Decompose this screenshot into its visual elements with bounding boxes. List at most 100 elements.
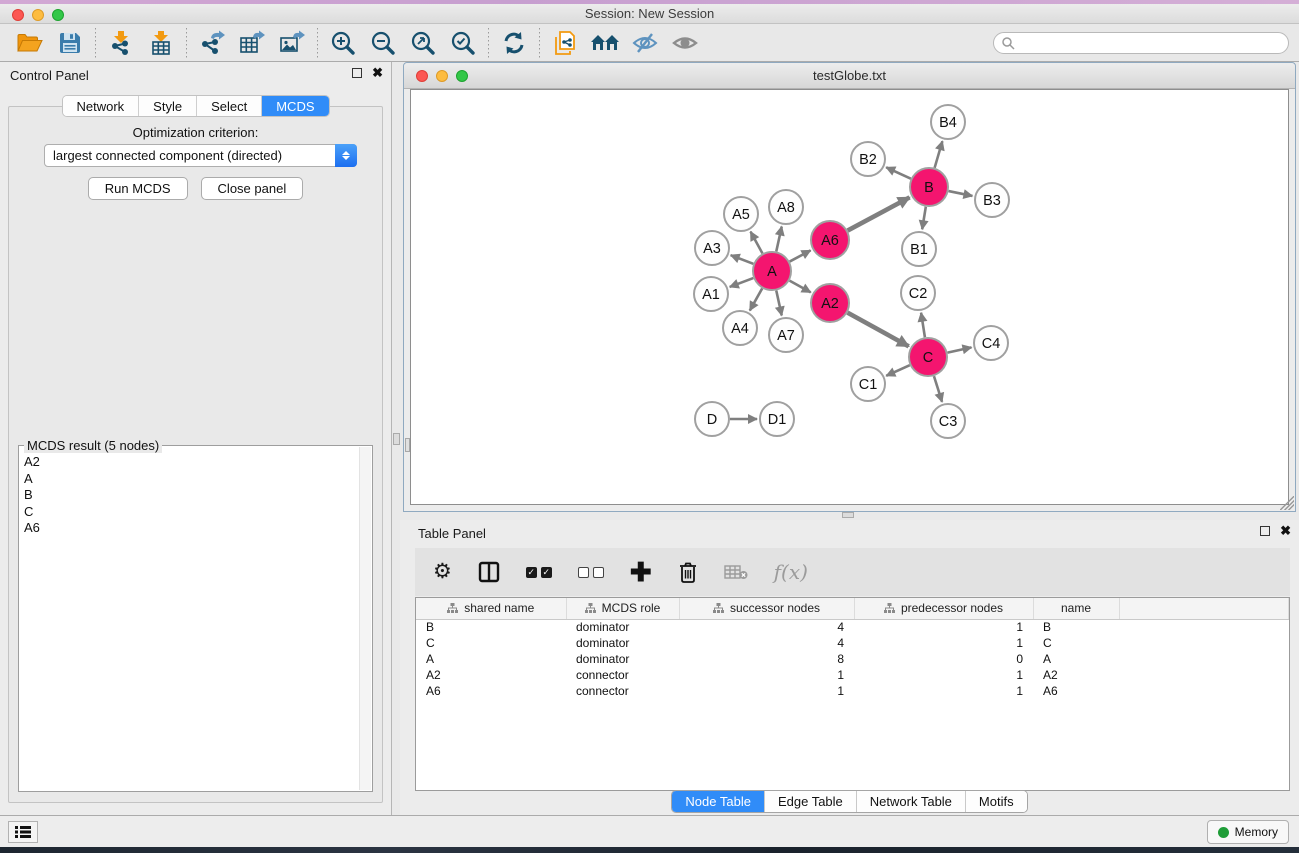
graph-edge-A-A5[interactable] bbox=[751, 232, 763, 254]
scrollbar-track[interactable] bbox=[359, 447, 371, 790]
table-row[interactable]: Bdominator41B bbox=[416, 619, 1289, 635]
graph-node-A7[interactable]: A7 bbox=[769, 318, 803, 352]
graph-edge-B-B2[interactable] bbox=[886, 167, 911, 178]
graph-node-B1[interactable]: B1 bbox=[902, 232, 936, 266]
birds-eye-view-icon[interactable] bbox=[585, 27, 625, 59]
graph-node-C2[interactable]: C2 bbox=[901, 276, 935, 310]
graph-edge-A-A7[interactable] bbox=[776, 291, 781, 316]
result-item[interactable]: C bbox=[24, 504, 372, 521]
network-graph[interactable]: B4B2BB3A8A5A6A3B1AA1C2A2A4A7C4CC1C3DD1 bbox=[411, 90, 1289, 505]
graph-node-C[interactable]: C bbox=[909, 338, 947, 376]
close-panel-icon[interactable]: ✖ bbox=[372, 68, 383, 78]
tab-select[interactable]: Select bbox=[197, 96, 262, 116]
task-history-button[interactable] bbox=[8, 821, 38, 843]
graph-node-C4[interactable]: C4 bbox=[974, 326, 1008, 360]
graph-node-C3[interactable]: C3 bbox=[931, 404, 965, 438]
export-network-icon[interactable] bbox=[192, 27, 232, 59]
table-row[interactable]: A6connector11A6 bbox=[416, 683, 1289, 699]
run-mcds-button[interactable]: Run MCDS bbox=[88, 177, 188, 200]
export-table-icon[interactable] bbox=[232, 27, 272, 59]
tab-mcds[interactable]: MCDS bbox=[262, 96, 328, 116]
select-all-icon[interactable]: ✓✓ bbox=[526, 567, 552, 578]
graph-edge-A-A6[interactable] bbox=[790, 250, 811, 261]
zoom-selected-icon[interactable] bbox=[443, 27, 483, 59]
result-item[interactable]: B bbox=[24, 487, 372, 504]
import-table-icon[interactable] bbox=[141, 27, 181, 59]
close-network-window-button[interactable] bbox=[416, 70, 428, 82]
graph-node-B4[interactable]: B4 bbox=[931, 105, 965, 139]
split-pane-grip[interactable] bbox=[842, 512, 854, 518]
network-window-titlebar[interactable]: testGlobe.txt bbox=[404, 63, 1295, 89]
result-item[interactable]: A6 bbox=[24, 520, 372, 537]
result-item[interactable]: A bbox=[24, 471, 372, 488]
graph-edge-A-A2[interactable] bbox=[790, 281, 811, 293]
minimize-network-window-button[interactable] bbox=[436, 70, 448, 82]
graph-edge-B-B1[interactable] bbox=[922, 207, 926, 230]
open-file-icon[interactable] bbox=[10, 27, 50, 59]
table-row[interactable]: A2connector11A2 bbox=[416, 667, 1289, 683]
close-panel-button[interactable]: Close panel bbox=[201, 177, 304, 200]
import-network-icon[interactable] bbox=[101, 27, 141, 59]
float-table-panel-icon[interactable] bbox=[1260, 526, 1270, 536]
tab-node-table[interactable]: Node Table bbox=[672, 791, 765, 812]
zoom-fit-icon[interactable] bbox=[403, 27, 443, 59]
zoom-in-icon[interactable] bbox=[323, 27, 363, 59]
minimize-window-button[interactable] bbox=[32, 9, 44, 21]
close-window-button[interactable] bbox=[12, 9, 24, 21]
graph-edge-A6-B[interactable] bbox=[848, 197, 910, 230]
maximize-network-window-button[interactable] bbox=[456, 70, 468, 82]
tab-edge-table[interactable]: Edge Table bbox=[765, 791, 857, 812]
graph-edge-C-C2[interactable] bbox=[921, 313, 925, 337]
tab-network-table[interactable]: Network Table bbox=[857, 791, 966, 812]
graph-node-A3[interactable]: A3 bbox=[695, 231, 729, 265]
save-session-icon[interactable] bbox=[50, 27, 90, 59]
graph-node-A[interactable]: A bbox=[753, 252, 791, 290]
search-input[interactable] bbox=[1015, 34, 1288, 52]
show-tool-panel-icon[interactable] bbox=[665, 27, 705, 59]
search-field[interactable] bbox=[993, 32, 1289, 54]
add-column-icon[interactable]: ✚ bbox=[630, 561, 652, 583]
graph-node-D[interactable]: D bbox=[695, 402, 729, 436]
memory-button[interactable]: Memory bbox=[1207, 820, 1289, 844]
table-row[interactable]: Cdominator41C bbox=[416, 635, 1289, 651]
graph-edge-A2-C[interactable] bbox=[848, 313, 909, 347]
graph-node-A6[interactable]: A6 bbox=[811, 221, 849, 259]
graph-edge-B-B3[interactable] bbox=[949, 191, 973, 196]
graph-edge-A-A3[interactable] bbox=[731, 255, 754, 264]
show-columns-icon[interactable] bbox=[478, 561, 500, 583]
graph-node-C1[interactable]: C1 bbox=[851, 367, 885, 401]
graph-edge-C-C3[interactable] bbox=[934, 376, 942, 402]
graph-node-A5[interactable]: A5 bbox=[724, 197, 758, 231]
close-table-panel-icon[interactable]: ✖ bbox=[1280, 526, 1291, 536]
graph-node-D1[interactable]: D1 bbox=[760, 402, 794, 436]
graph-edge-A-A4[interactable] bbox=[750, 288, 762, 310]
export-image-icon[interactable] bbox=[272, 27, 312, 59]
column-header[interactable]: predecessor nodes bbox=[854, 598, 1033, 619]
float-panel-icon[interactable] bbox=[352, 68, 362, 78]
graph-edge-C-C1[interactable] bbox=[886, 365, 910, 376]
duplicate-network-icon[interactable] bbox=[545, 27, 585, 59]
graph-edge-A-A1[interactable] bbox=[730, 278, 754, 287]
graph-node-B[interactable]: B bbox=[910, 168, 948, 206]
result-item[interactable]: A2 bbox=[24, 454, 372, 471]
tab-motifs[interactable]: Motifs bbox=[966, 791, 1027, 812]
delete-column-icon[interactable] bbox=[678, 561, 698, 583]
column-header[interactable]: MCDS role bbox=[566, 598, 679, 619]
graph-node-A1[interactable]: A1 bbox=[694, 277, 728, 311]
unselect-all-icon[interactable] bbox=[578, 567, 604, 578]
zoom-out-icon[interactable] bbox=[363, 27, 403, 59]
table-row[interactable]: Adominator80A bbox=[416, 651, 1289, 667]
settings-gear-icon[interactable]: ⚙ bbox=[433, 562, 452, 582]
column-header[interactable]: name bbox=[1033, 598, 1119, 619]
graph-node-A8[interactable]: A8 bbox=[769, 190, 803, 224]
graph-node-B2[interactable]: B2 bbox=[851, 142, 885, 176]
graph-node-A4[interactable]: A4 bbox=[723, 311, 757, 345]
tab-network[interactable]: Network bbox=[62, 96, 139, 116]
tab-style[interactable]: Style bbox=[139, 96, 197, 116]
maximize-window-button[interactable] bbox=[52, 9, 64, 21]
window-resize-grip[interactable] bbox=[1280, 496, 1294, 510]
panel-divider-grip[interactable] bbox=[393, 433, 400, 445]
network-canvas[interactable]: B4B2BB3A8A5A6A3B1AA1C2A2A4A7C4CC1C3DD1 bbox=[410, 89, 1289, 505]
graph-edge-B-B4[interactable] bbox=[935, 141, 943, 168]
graph-edge-C-C4[interactable] bbox=[948, 347, 972, 352]
